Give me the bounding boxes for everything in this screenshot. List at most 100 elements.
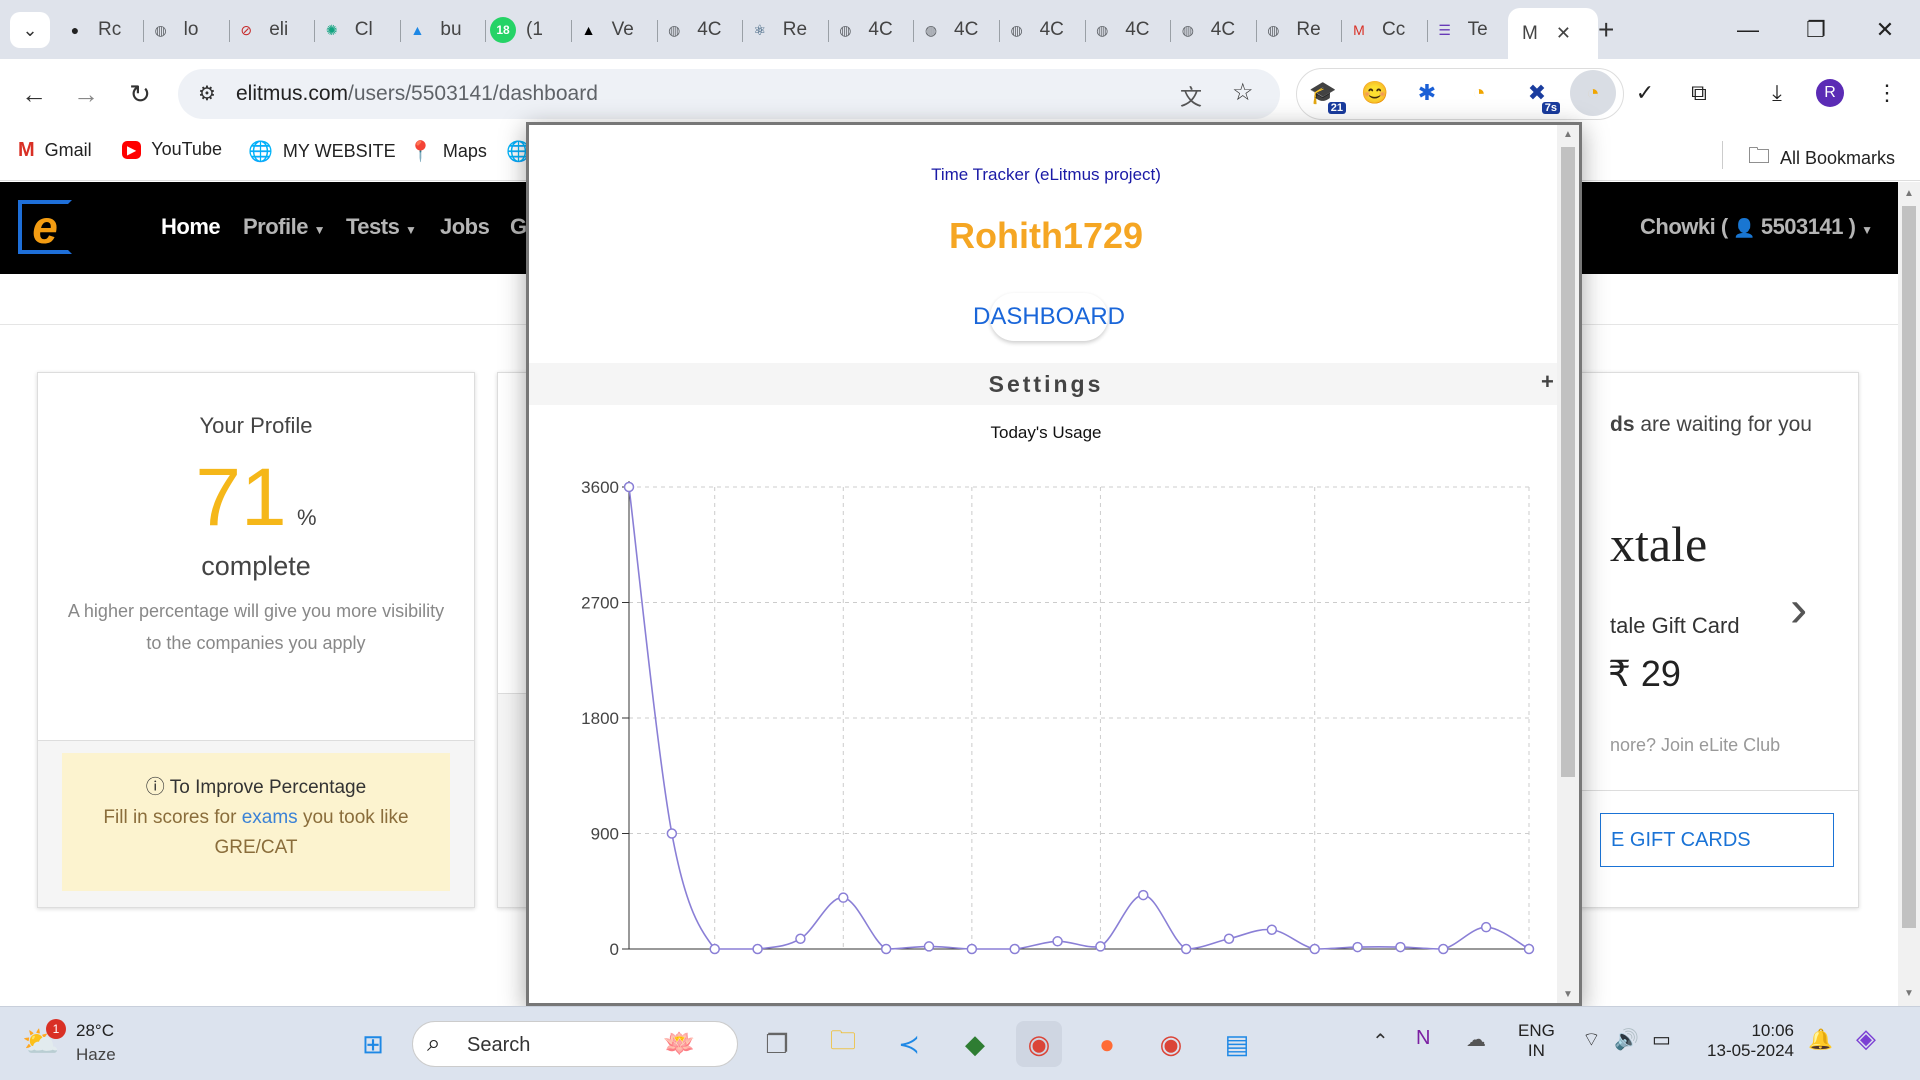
tab[interactable]: 18 (1	[490, 8, 566, 52]
extension-cap-icon[interactable]: 🎓 21	[1306, 76, 1346, 114]
wifi-icon[interactable]: ⌔	[1582, 1027, 1601, 1052]
tab[interactable]: ◍ 4C	[1004, 8, 1080, 52]
minimize-button[interactable]: —	[1718, 8, 1778, 52]
onenote-icon[interactable]: N	[1416, 1027, 1430, 1050]
extension-face-icon[interactable]: 😊	[1358, 76, 1392, 110]
tab[interactable]: ✺ Cl	[319, 8, 395, 52]
language-indicator[interactable]: ENG IN	[1518, 1021, 1555, 1061]
tab[interactable]: ◍ 4C	[832, 8, 908, 52]
postman-icon[interactable]: ●	[1084, 1021, 1130, 1067]
restore-icon: ❐	[1806, 17, 1826, 42]
tab[interactable]: ◍ 4C	[1175, 8, 1251, 52]
site-info-icon[interactable]: ⚙	[198, 81, 216, 106]
scroll-thumb[interactable]	[1902, 206, 1916, 928]
y-tick-label: 0	[610, 940, 619, 959]
taskbar-search[interactable]: ⌕ Search 🪷	[412, 1021, 738, 1067]
notepad-icon[interactable]: ▤	[1214, 1021, 1260, 1067]
file-explorer-icon[interactable]: 🗀	[820, 1021, 866, 1067]
gift-card-price: ₹ 29	[1608, 653, 1681, 694]
tab-separator	[228, 20, 230, 42]
extension-puzzle-icon[interactable]: ✱	[1410, 76, 1444, 110]
tab-label: eli	[269, 19, 289, 40]
new-tab-button[interactable]: +	[1598, 8, 1628, 52]
data-point	[1352, 941, 1363, 953]
join-elite-link[interactable]: nore? Join eLite Club	[1610, 735, 1780, 756]
chevron-up-icon[interactable]: ⌃	[1372, 1029, 1389, 1054]
bookmark-youtube[interactable]: ▶ YouTube	[122, 139, 222, 160]
scroll-down-icon[interactable]: ▼	[1904, 988, 1914, 999]
extension-x-icon[interactable]: ✖ 7s	[1520, 76, 1560, 114]
nav-tests[interactable]: Tests ▼	[346, 214, 417, 240]
dashboard-button[interactable]: DASHBOARD	[973, 293, 1125, 341]
nav-profile[interactable]: Profile ▼	[243, 214, 326, 240]
reload-button[interactable]: ↻	[118, 72, 162, 116]
url-text[interactable]: elitmus.com/users/5503141/dashboard	[236, 82, 598, 106]
cloud-icon[interactable]: ☁	[1466, 1027, 1486, 1052]
tab[interactable]: M Cc	[1346, 8, 1422, 52]
scroll-up-icon[interactable]: ▲	[1563, 129, 1573, 140]
tab[interactable]: ⚛ Re	[747, 8, 823, 52]
windows-start-icon[interactable]: ⊞	[350, 1021, 396, 1067]
nav-more[interactable]: G	[510, 214, 527, 240]
download-icon[interactable]: ⤓	[1760, 76, 1794, 110]
bookmark-my-website[interactable]: 🌐 MY WEBSITE	[248, 139, 396, 164]
address-bar[interactable]: ⚙ elitmus.com/users/5503141/dashboard 文 …	[178, 69, 1280, 119]
next-arrow-icon[interactable]: ›	[1790, 579, 1807, 639]
close-tab-icon[interactable]: ✕	[1556, 23, 1571, 44]
tab[interactable]: ● Rc	[62, 8, 138, 52]
volume-icon[interactable]: 🔊	[1614, 1027, 1639, 1052]
tab[interactable]: ▲ Ve	[576, 8, 652, 52]
gift-cards-button[interactable]: E GIFT CARDS	[1600, 813, 1834, 867]
back-button[interactable]: ←	[12, 72, 56, 116]
weather-temp[interactable]: 28°C	[76, 1021, 114, 1041]
bookmark-maps[interactable]: 📍 Maps	[408, 139, 487, 164]
all-bookmarks-button[interactable]: 🗀 All Bookmarks	[1748, 139, 1895, 177]
data-point	[966, 943, 978, 955]
battery-icon[interactable]: ▭	[1652, 1027, 1671, 1052]
time-tracker-extension-icon[interactable]: ◔	[1570, 70, 1616, 116]
translate-icon[interactable]: 文	[1180, 80, 1202, 112]
tab[interactable]: ☰ Te	[1432, 8, 1508, 52]
extension-timer-icon[interactable]: ◔	[1462, 76, 1496, 110]
clock[interactable]: 10:06 13-05-2024	[1702, 1021, 1794, 1061]
bookmark-label: MY WEBSITE	[282, 141, 396, 161]
scroll-up-icon[interactable]: ▲	[1904, 188, 1914, 199]
notification-bell-icon[interactable]: 🔔	[1808, 1027, 1833, 1052]
bookmark-star-icon[interactable]: ☆	[1232, 78, 1254, 107]
nav-home[interactable]: Home	[161, 214, 221, 240]
vscode-icon[interactable]: ≺	[886, 1021, 932, 1067]
popup-scrollbar[interactable]: ▲ ▼	[1557, 125, 1579, 1003]
chrome-c-icon[interactable]: ◉	[1148, 1021, 1194, 1067]
settings-bar[interactable]: Settings +	[529, 363, 1563, 405]
extensions-menu-icon[interactable]: ⧉	[1682, 76, 1716, 110]
chrome-r-icon[interactable]: ◉	[1016, 1021, 1062, 1067]
scroll-down-icon[interactable]: ▼	[1563, 989, 1573, 1000]
kebab-menu-icon[interactable]: ⋮	[1870, 76, 1904, 110]
tab-search-button[interactable]: ⌄	[10, 12, 50, 48]
tab[interactable]: ◍ Re	[1260, 8, 1336, 52]
nav-user-menu[interactable]: Chowki ( 👤 5503141 ) ▼	[1640, 214, 1873, 240]
task-view-icon[interactable]: ❐	[754, 1021, 800, 1067]
bookmark-gmail[interactable]: M Gmail	[18, 139, 92, 162]
tab[interactable]: ▲ bu	[404, 8, 480, 52]
copilot-icon[interactable]: ◈	[1856, 1023, 1876, 1054]
close-window-button[interactable]: ✕	[1855, 8, 1915, 52]
tab[interactable]: ⊘ eli	[233, 8, 309, 52]
restore-button[interactable]: ❐	[1786, 8, 1846, 52]
rewards-heading-bold: ds	[1610, 413, 1635, 436]
page-scrollbar[interactable]: ▲ ▼	[1898, 182, 1920, 1006]
tab[interactable]: ◍ 4C	[1089, 8, 1165, 52]
tab[interactable]: ◍ 4C	[661, 8, 737, 52]
check-circle-icon[interactable]: ✓	[1628, 76, 1662, 110]
exams-link[interactable]: exams	[242, 807, 298, 828]
forward-button[interactable]: →	[64, 72, 108, 116]
profile-avatar[interactable]: R	[1816, 79, 1844, 107]
tab[interactable]: ◍ lo	[148, 8, 224, 52]
tab[interactable]: ◍ 4C	[918, 8, 994, 52]
scroll-thumb[interactable]	[1561, 147, 1575, 777]
site-logo[interactable]: e	[18, 200, 72, 254]
nav-jobs[interactable]: Jobs	[440, 214, 490, 240]
tab-active[interactable]: M ✕	[1508, 8, 1598, 59]
settings-expand-icon[interactable]: +	[1541, 369, 1554, 395]
git-icon[interactable]: ◆	[952, 1021, 998, 1067]
